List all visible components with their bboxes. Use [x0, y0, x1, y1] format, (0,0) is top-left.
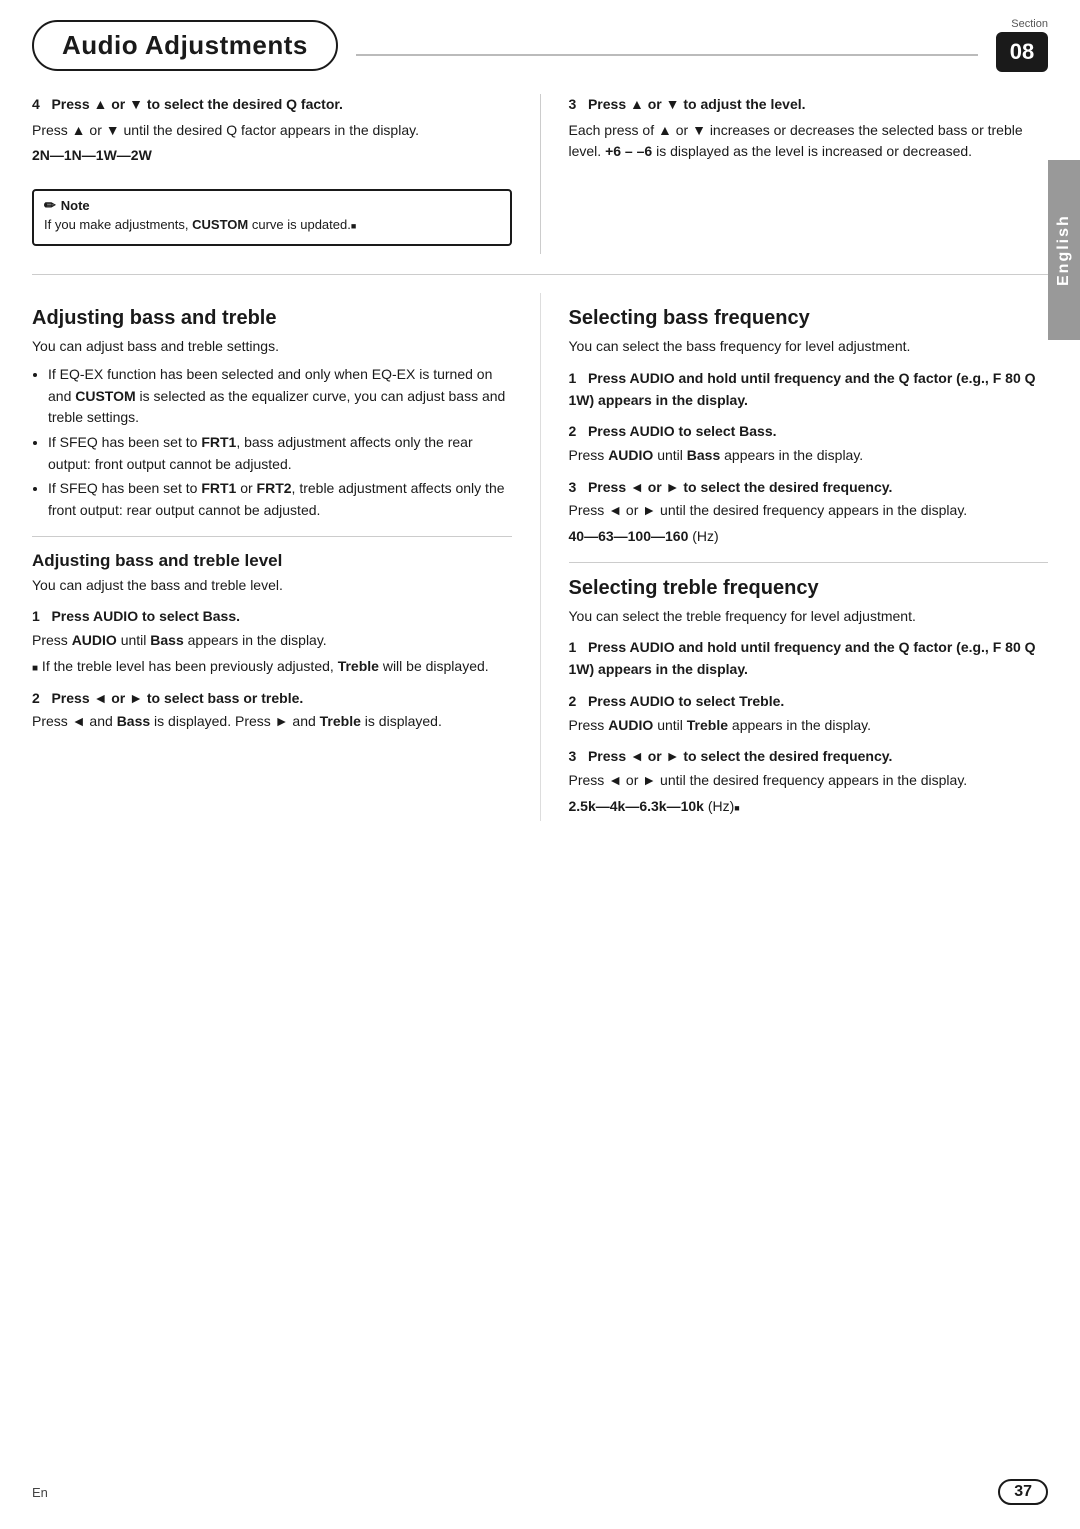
step4-sequence: 2N—1N—1W—2W	[32, 145, 512, 167]
title-badge: Audio Adjustments	[32, 20, 338, 71]
adjusting-bass-treble-title: Adjusting bass and treble	[32, 307, 512, 330]
right-column: Selecting bass frequency You can select …	[540, 293, 1049, 821]
left-step1-heading: 1 Press AUDIO to select Bass.	[32, 606, 512, 628]
footer-page: 37	[998, 1479, 1048, 1505]
note-text: If you make adjustments, CUSTOM curve is…	[44, 216, 500, 234]
right-bass-step2-body: Press AUDIO until Bass appears in the di…	[569, 445, 1049, 467]
left-step1-note: ■ If the treble level has been previousl…	[32, 656, 512, 678]
header: Audio Adjustments Section 08	[0, 0, 1080, 72]
left-step2-body: Press ◄ and Bass is displayed. Press ► a…	[32, 711, 512, 733]
bass-treble-level-title: Adjusting bass and treble level	[32, 551, 512, 571]
step4-heading: 4 Press ▲ or ▼ to select the desired Q f…	[32, 94, 512, 116]
step4-body: Press ▲ or ▼ until the desired Q factor …	[32, 120, 512, 142]
right-bass-step3-body: Press ◄ or ► until the desired frequency…	[569, 500, 1049, 522]
left-step2-heading: 2 Press ◄ or ► to select bass or treble.	[32, 688, 512, 710]
side-language-label: English	[1048, 160, 1080, 340]
section-label: Section	[1011, 18, 1048, 30]
note-box: ✏ Note If you make adjustments, CUSTOM c…	[32, 189, 512, 246]
bullet-item-3: If SFEQ has been set to FRT1 or FRT2, tr…	[48, 478, 512, 521]
right-treble-step2-body: Press AUDIO until Treble appears in the …	[569, 715, 1049, 737]
right-treble-step3-heading: 3 Press ◄ or ► to select the desired fre…	[569, 746, 1049, 768]
right-treble-step3-sequence: 2.5k—4k—6.3k—10k (Hz)■	[569, 796, 1049, 818]
page-title: Audio Adjustments	[62, 30, 308, 61]
right-treble-step2-heading: 2 Press AUDIO to select Treble.	[569, 691, 1049, 713]
selecting-treble-freq-title: Selecting treble frequency	[569, 577, 1049, 600]
right-treble-step3-body: Press ◄ or ► until the desired frequency…	[569, 770, 1049, 792]
top-right-col: 3 Press ▲ or ▼ to adjust the level. Each…	[540, 94, 1049, 254]
footer: En 37	[0, 1479, 1080, 1505]
footer-lang: En	[32, 1485, 48, 1500]
right-treble-step1: 1 Press AUDIO and hold until frequency a…	[569, 637, 1049, 680]
note-title: ✏ Note	[44, 197, 500, 214]
right-bass-step1: 1 Press AUDIO and hold until frequency a…	[569, 368, 1049, 411]
selecting-treble-freq-intro: You can select the treble frequency for …	[569, 606, 1049, 628]
step3-right-heading: 3 Press ▲ or ▼ to adjust the level.	[569, 94, 1049, 116]
right-bass-step2-heading: 2 Press AUDIO to select Bass.	[569, 421, 1049, 443]
note-icon: ✏	[44, 197, 56, 214]
page-number: 37	[998, 1479, 1048, 1505]
right-bass-step3-heading: 3 Press ◄ or ► to select the desired fre…	[569, 477, 1049, 499]
step3-right-body: Each press of ▲ or ▼ increases or decrea…	[569, 120, 1049, 163]
top-left-col: 4 Press ▲ or ▼ to select the desired Q f…	[32, 94, 540, 254]
bass-treble-level-intro: You can adjust the bass and treble level…	[32, 575, 512, 597]
section-number: 08	[996, 32, 1048, 72]
bullet-item-1: If EQ-EX function has been selected and …	[48, 364, 512, 429]
bullet-list: If EQ-EX function has been selected and …	[48, 364, 512, 522]
selecting-bass-freq-intro: You can select the bass frequency for le…	[569, 336, 1049, 358]
bullet-item-2: If SFEQ has been set to FRT1, bass adjus…	[48, 432, 512, 475]
left-column: Adjusting bass and treble You can adjust…	[32, 293, 540, 821]
adjusting-intro: You can adjust bass and treble settings.	[32, 336, 512, 358]
section-badge: Section 08	[996, 18, 1048, 72]
left-step1-body: Press AUDIO until Bass appears in the di…	[32, 630, 512, 652]
main-content: Adjusting bass and treble You can adjust…	[0, 275, 1080, 821]
selecting-bass-freq-title: Selecting bass frequency	[569, 307, 1049, 330]
page: Audio Adjustments Section 08 English 4 P…	[0, 0, 1080, 1529]
right-bass-step3-sequence: 40—63—100—160 (Hz)	[569, 526, 1049, 548]
